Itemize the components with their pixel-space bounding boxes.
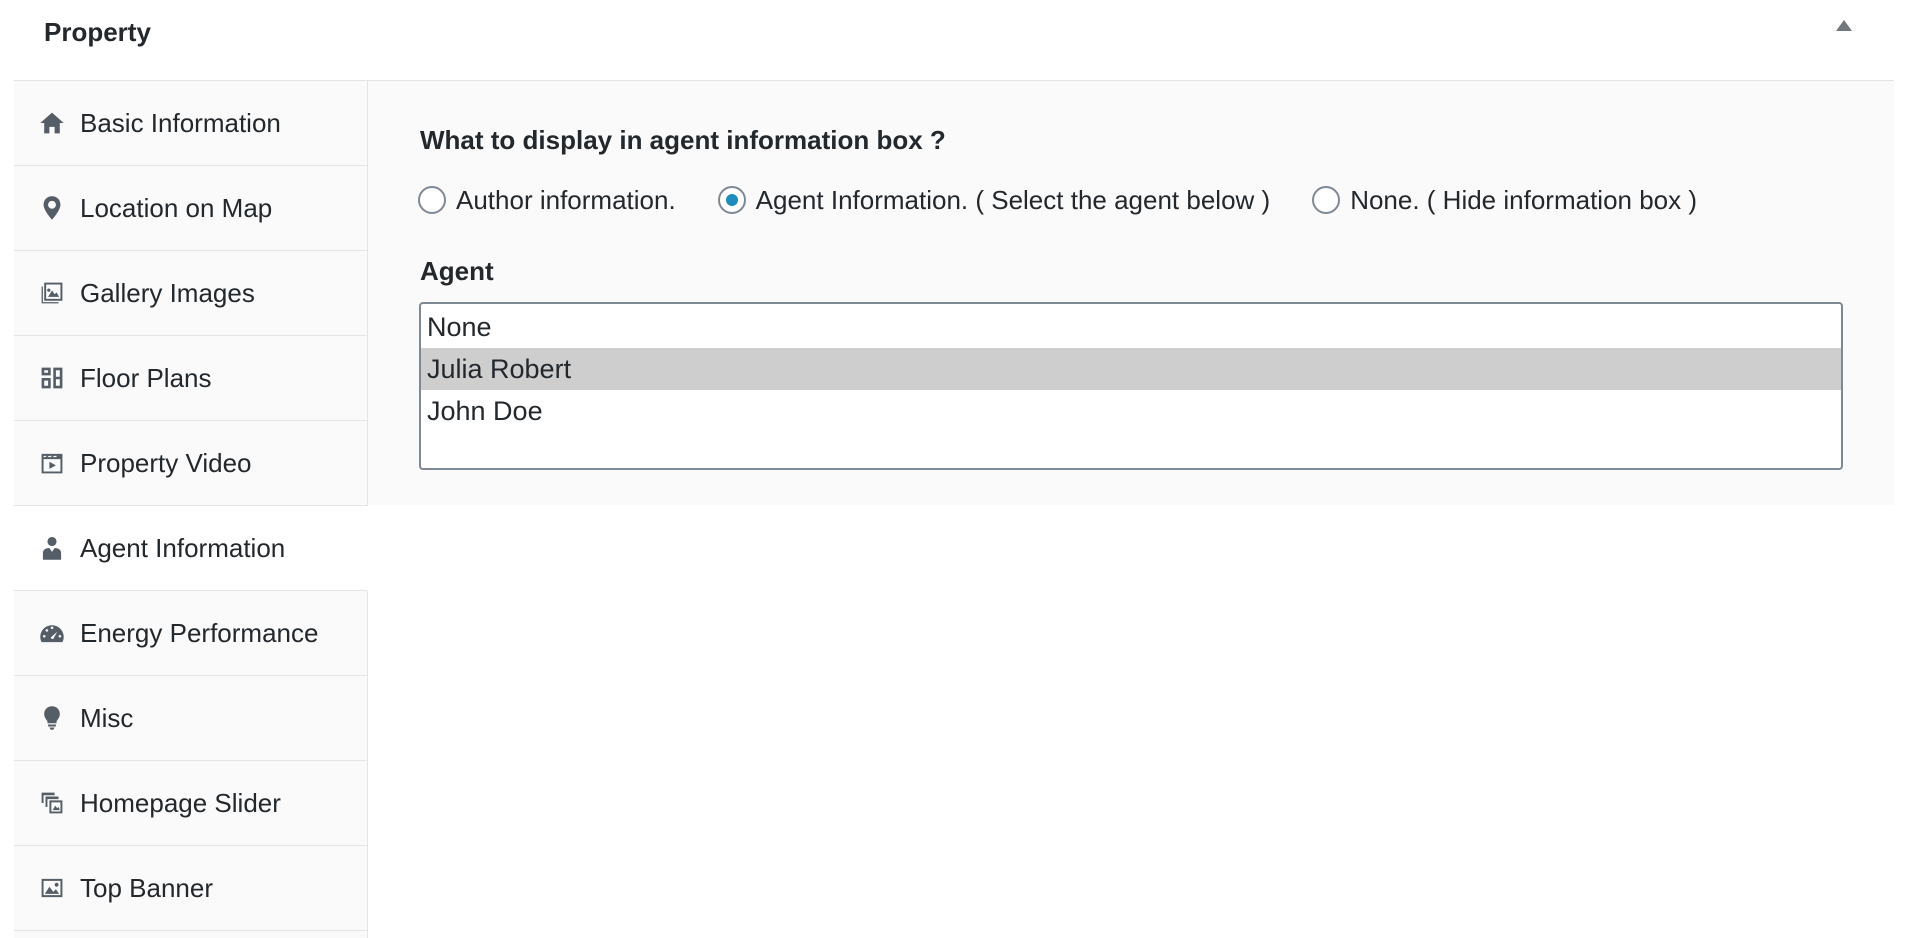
tab-misc[interactable]: Misc [14, 676, 367, 761]
radio-author-information[interactable]: Author information. [418, 185, 676, 216]
radio-button[interactable] [418, 186, 446, 214]
tab-gallery-images[interactable]: Gallery Images [14, 251, 367, 336]
tab-location-on-map[interactable]: Location on Map [14, 166, 367, 251]
tab-top-banner[interactable]: Top Banner [14, 846, 367, 931]
home-icon [38, 109, 66, 137]
tab-homepage-slider[interactable]: Homepage Slider [14, 761, 367, 846]
tab-label: Agent Information [80, 532, 286, 563]
gallery-icon [38, 279, 66, 307]
agent-option[interactable]: None [421, 306, 1841, 348]
image-icon [38, 874, 66, 902]
tab-agent-information[interactable]: Agent Information [14, 506, 368, 591]
video-icon [38, 449, 66, 477]
tab-label: Location on Map [80, 192, 273, 223]
tab-label: Energy Performance [80, 617, 319, 648]
display-question: What to display in agent information box… [420, 125, 946, 155]
lightbulb-icon [38, 704, 66, 732]
radio-button[interactable] [1312, 186, 1341, 214]
display-options: Author information. Agent Information. (… [418, 180, 1739, 220]
tab-label: Gallery Images [80, 277, 255, 308]
agent-option[interactable]: Julia Robert [421, 348, 1841, 390]
tab-label: Homepage Slider [80, 787, 281, 818]
tab-energy-performance[interactable]: Energy Performance [14, 591, 367, 676]
agent-option[interactable]: John Doe [421, 390, 1841, 432]
radio-label: None. ( Hide information box ) [1350, 184, 1698, 215]
tab-label: Property Video [80, 447, 252, 478]
person-icon [38, 534, 66, 562]
tab-label: Floor Plans [80, 362, 212, 393]
tab-label: Top Banner [80, 872, 213, 903]
radio-label: Agent Information. ( Select the agent be… [755, 184, 1271, 215]
tab-floor-plans[interactable]: Floor Plans [14, 336, 367, 421]
property-metabox: Property Basic Information Location on M… [14, 0, 1894, 938]
location-pin-icon [38, 194, 66, 222]
metabox-title: Property [44, 17, 151, 47]
agent-information-panel: What to display in agent information box… [368, 81, 1894, 505]
floor-plans-icon [38, 364, 66, 392]
radio-agent-information[interactable]: Agent Information. ( Select the agent be… [717, 184, 1271, 216]
collapse-toggle-icon[interactable] [1836, 20, 1852, 31]
dashboard-icon [38, 619, 66, 647]
metabox-header: Property [14, 0, 1894, 81]
tab-basic-information[interactable]: Basic Information [14, 81, 367, 166]
tab-label: Misc [80, 702, 134, 733]
tab-property-video[interactable]: Property Video [14, 421, 367, 506]
agent-field-label: Agent [420, 256, 494, 286]
tabs-sidebar: Basic Information Location on Map Galler… [14, 81, 368, 938]
slides-icon [38, 789, 66, 817]
radio-button[interactable] [717, 186, 746, 214]
radio-label: Author information. [456, 184, 676, 215]
agent-listbox[interactable]: None Julia Robert John Doe [419, 302, 1843, 470]
radio-none-hide[interactable]: None. ( Hide information box ) [1312, 185, 1697, 216]
tab-label: Basic Information [80, 107, 281, 138]
